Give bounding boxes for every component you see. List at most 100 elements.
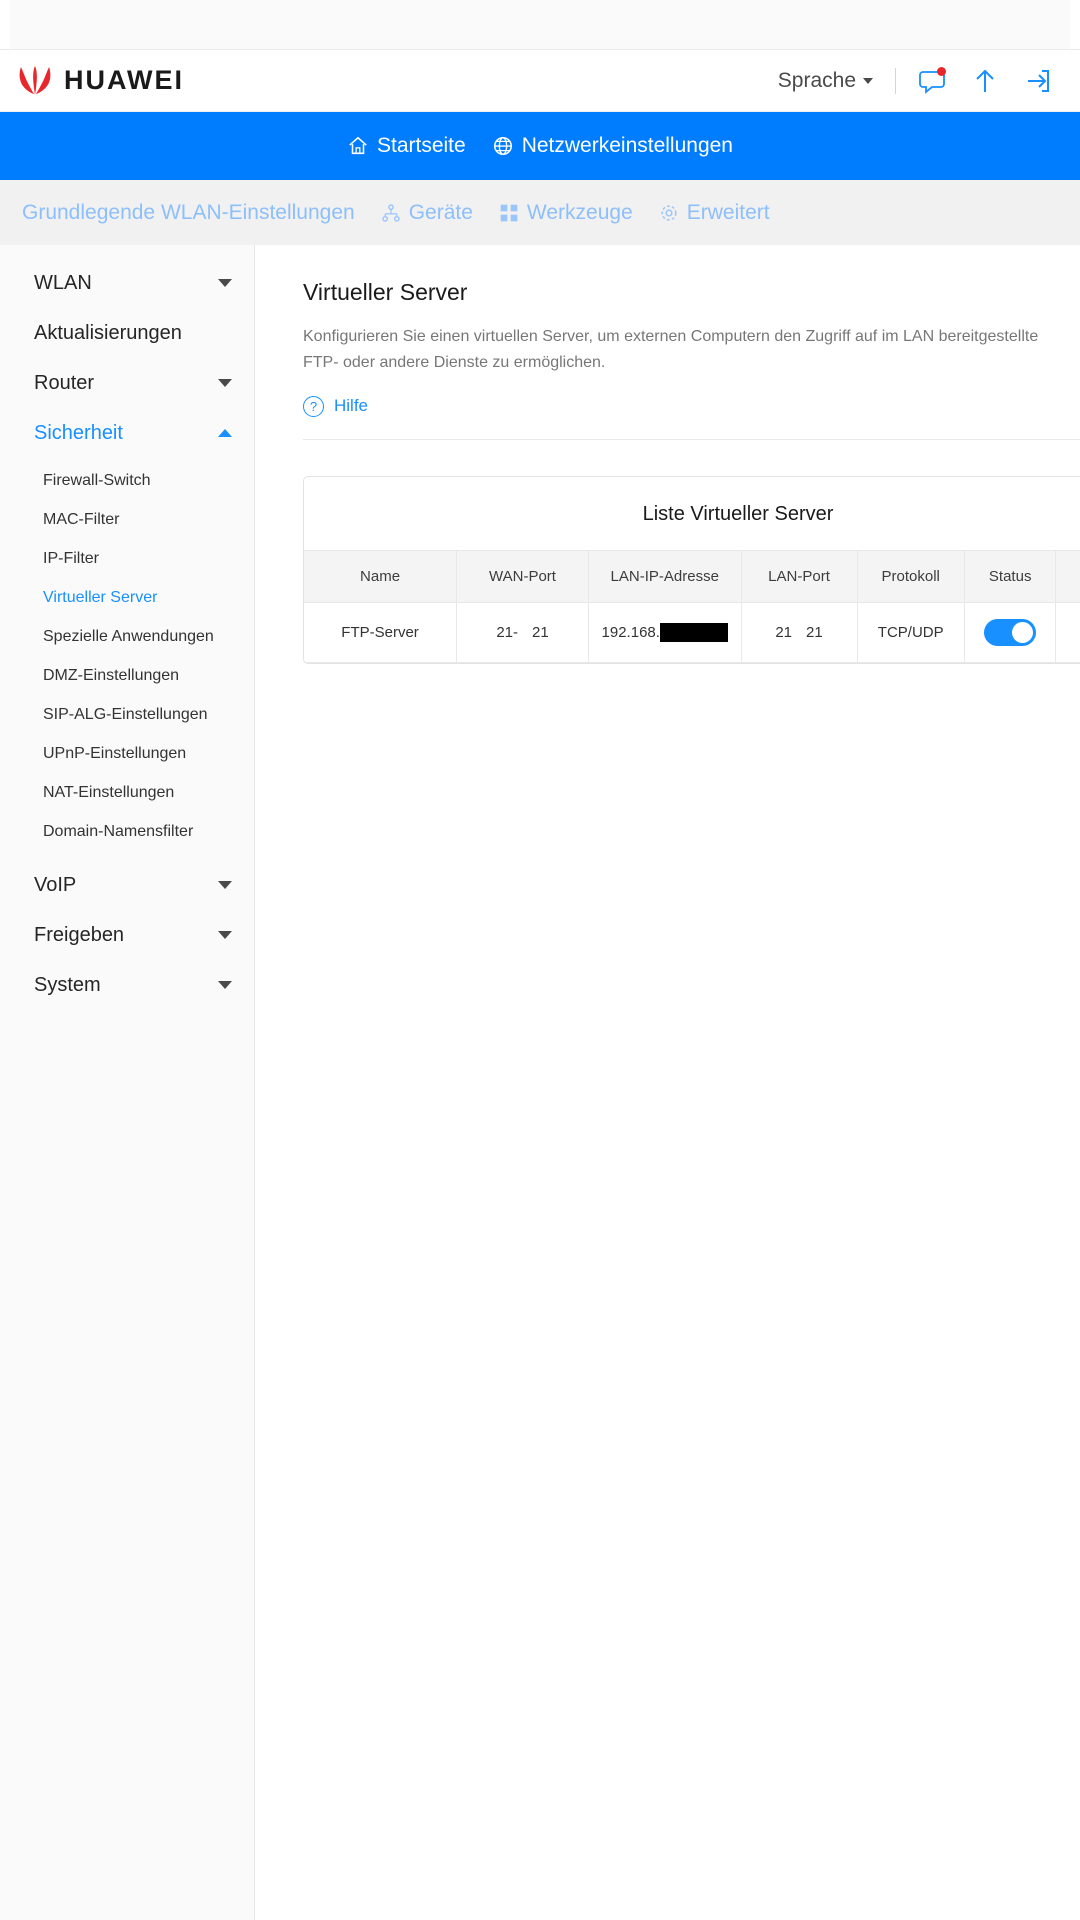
- sidebar-subitem-ip-filter[interactable]: IP-Filter: [0, 539, 254, 578]
- gear-icon: [661, 204, 677, 221]
- grid-icon: [500, 204, 518, 221]
- wan-port-end: 21: [532, 623, 549, 641]
- sidebar-subitem-nat-einstellungen[interactable]: NAT-Einstellungen: [0, 773, 254, 812]
- subnav-label: Erweitert: [686, 200, 770, 224]
- page-body: WLAN Aktualisierungen Router Sicherheit …: [0, 245, 1080, 1920]
- help-link[interactable]: ? Hilfe: [303, 395, 1080, 417]
- main-content: Virtueller Server Konfigurieren Sie eine…: [255, 245, 1080, 1920]
- column-header-wan-port: WAN-Port: [456, 549, 589, 603]
- subnav-item-erweitert[interactable]: Erweitert: [659, 201, 770, 225]
- subnav-item-geraete[interactable]: Geräte: [381, 201, 473, 225]
- huawei-logo[interactable]: HUAWEI: [16, 65, 184, 96]
- sidebar-subitem-domain-namensfilter[interactable]: Domain-Namensfilter: [0, 812, 254, 851]
- site-header: HUAWEI Sprache: [0, 50, 1080, 112]
- sidebar-item-router[interactable]: Router: [0, 361, 254, 405]
- sidebar-subitem-label: Domain-Namensfilter: [43, 822, 194, 840]
- logout-icon: [1028, 69, 1049, 92]
- question-mark-icon: ?: [303, 395, 324, 417]
- sidebar-item-wlan[interactable]: WLAN: [0, 261, 254, 305]
- huawei-flower-icon: [19, 65, 51, 95]
- table-row[interactable]: FTP-Server 21- 21 192.168. 21 21 TCP/UDP: [304, 602, 1080, 663]
- page-title: Virtueller Server: [303, 279, 468, 305]
- cell-wan-port: 21- 21: [456, 602, 589, 663]
- column-header-name: Name: [304, 549, 458, 603]
- browser-chrome-strip: [0, 0, 1080, 50]
- sidebar-subitem-firewall-switch[interactable]: Firewall-Switch: [0, 461, 254, 500]
- notification-badge-dot: [937, 66, 946, 76]
- notification-button[interactable]: [918, 66, 948, 96]
- chevron-up-icon: [218, 429, 232, 437]
- sidebar-subitem-label: SIP-ALG-Einstellungen: [43, 705, 208, 723]
- chevron-down-icon: [863, 77, 873, 84]
- logout-button[interactable]: [1022, 66, 1052, 96]
- sidebar-group-label: Sicherheit: [34, 421, 123, 444]
- header-actions: Sprache: [778, 66, 1060, 96]
- cell-lan-port: 21 21: [741, 602, 858, 663]
- sidebar-subitem-spezielle-anwendungen[interactable]: Spezielle Anwendungen: [0, 617, 254, 656]
- chevron-down-icon: [218, 881, 232, 889]
- sidebar-subitem-dmz-einstellungen[interactable]: DMZ-Einstellungen: [0, 656, 254, 695]
- sidebar-subitem-label: NAT-Einstellungen: [43, 783, 175, 801]
- toggle-knob: [1012, 621, 1034, 643]
- lan-ip-redaction-block: [659, 622, 728, 642]
- primary-navigation: Startseite Netzwerkeinstellungen: [0, 112, 1080, 180]
- sidebar-subitem-label: Virtueller Server: [43, 588, 158, 606]
- globe-icon: [493, 136, 512, 156]
- page-description: Konfigurieren Sie einen virtuellen Serve…: [303, 328, 1039, 371]
- sidebar-subitem-label: IP-Filter: [43, 549, 99, 567]
- header-divider: [895, 67, 896, 94]
- lan-port-end: 21: [806, 623, 823, 641]
- lan-ip-prefix: 192.168.: [601, 623, 660, 641]
- wan-port-start: 21-: [496, 623, 519, 641]
- subnav-label: Geräte: [408, 200, 473, 224]
- nav-item-startseite[interactable]: Startseite: [347, 134, 466, 158]
- table-header-row: Name WAN-Port LAN-IP-Adresse LAN-Port Pr…: [304, 549, 1080, 603]
- column-header-lan-ip: LAN-IP-Adresse: [588, 549, 742, 603]
- upload-button[interactable]: [970, 66, 1000, 96]
- sidebar-group-label: WLAN: [34, 271, 92, 294]
- secondary-navigation: Grundlegende WLAN-Einstellungen Geräte W…: [0, 180, 1080, 245]
- sidebar-subitem-label: Spezielle Anwendungen: [43, 627, 214, 645]
- home-icon: [349, 136, 367, 155]
- browser-tab-shade: [10, 0, 1070, 49]
- nav-label: Startseite: [376, 134, 466, 157]
- language-label: Sprache: [777, 68, 856, 92]
- nav-label: Netzwerkeinstellungen: [521, 134, 733, 157]
- table-caption: Liste Virtueller Server: [642, 502, 834, 525]
- lan-port-start: 21: [775, 623, 793, 641]
- sidebar-group-label: VoIP: [34, 873, 77, 896]
- sidebar-subitem-label: DMZ-Einstellungen: [43, 666, 180, 684]
- sidebar-subitem-label: Firewall-Switch: [43, 471, 151, 489]
- sidebar-subitem-label: UPnP-Einstellungen: [43, 744, 187, 762]
- sidebar-item-voip[interactable]: VoIP: [0, 863, 254, 907]
- language-selector[interactable]: Sprache: [778, 69, 873, 93]
- virtual-server-table-card: Liste Virtueller Server Name WAN-Port LA…: [303, 475, 1080, 664]
- cell-lan-ip: 192.168.: [588, 602, 742, 663]
- chevron-down-icon: [218, 279, 232, 287]
- sidebar-subitem-mac-filter[interactable]: MAC-Filter: [0, 500, 254, 539]
- devices-icon: [381, 203, 400, 222]
- chevron-down-icon: [218, 931, 232, 939]
- sidebar-group-label: Aktualisierungen: [34, 321, 182, 344]
- status-toggle[interactable]: [984, 618, 1037, 646]
- subnav-label: Grundlegende WLAN-Einstellungen: [22, 200, 355, 224]
- help-label: Hilfe: [334, 396, 369, 416]
- sidebar-item-aktualisierungen[interactable]: Aktualisierungen: [0, 311, 254, 355]
- sidebar-item-freigeben[interactable]: Freigeben: [0, 913, 254, 957]
- cell-name: FTP-Server: [304, 602, 458, 663]
- virtual-server-table: Name WAN-Port LAN-IP-Adresse LAN-Port Pr…: [304, 549, 1080, 663]
- subnav-item-werkzeuge[interactable]: Werkzeuge: [499, 201, 633, 225]
- sidebar-item-system[interactable]: System: [0, 963, 254, 1007]
- sidebar-group-label: Router: [34, 371, 95, 394]
- sidebar-subitem-upnp-einstellungen[interactable]: UPnP-Einstellungen: [0, 734, 254, 773]
- cell-status: [964, 602, 1057, 663]
- up-arrow-icon: [976, 69, 994, 92]
- subnav-item-grundlegende-wlan-einstellungen[interactable]: Grundlegende WLAN-Einstellungen: [22, 201, 355, 225]
- sidebar-subitem-virtueller-server[interactable]: Virtueller Server: [0, 578, 254, 617]
- content-divider: [303, 438, 1080, 440]
- sidebar-navigation: WLAN Aktualisierungen Router Sicherheit …: [0, 245, 255, 1920]
- chevron-down-icon: [218, 981, 232, 989]
- sidebar-item-sicherheit[interactable]: Sicherheit: [0, 411, 254, 455]
- nav-item-netzwerkeinstellungen[interactable]: Netzwerkeinstellungen: [492, 134, 733, 158]
- sidebar-subitem-sip-alg-einstellungen[interactable]: SIP-ALG-Einstellungen: [0, 695, 254, 734]
